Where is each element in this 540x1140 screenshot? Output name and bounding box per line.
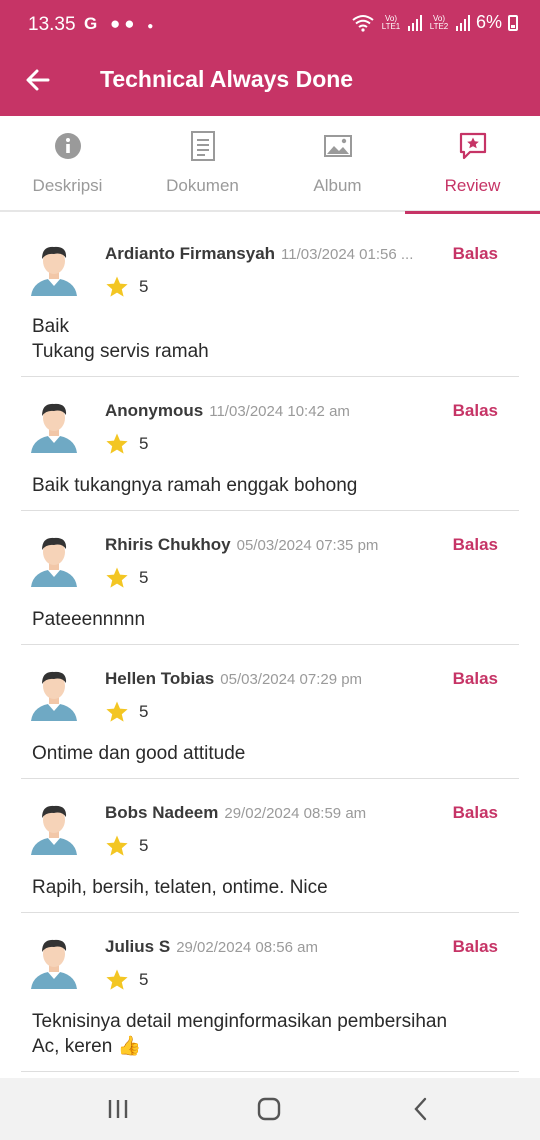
app-bar: Technical Always Done <box>0 48 540 116</box>
rating-value: 5 <box>139 836 149 855</box>
review-item: Anonymous 11/03/2024 10:42 am Balas 5 Ba… <box>21 377 519 511</box>
back-chevron-icon[interactable] <box>407 1096 435 1122</box>
star-icon <box>106 567 128 588</box>
tab-label: Dokumen <box>166 176 239 195</box>
status-right-icons: Vo) LTE1 Vo) LTE2 6% <box>352 12 518 33</box>
review-text: Baik Tukang servis ramah <box>32 316 209 362</box>
reply-button[interactable]: Balas <box>453 803 498 823</box>
review-date: 11/03/2024 10:42 am <box>209 403 350 420</box>
review-text: Rapih, bersih, telaten, ontime. Nice <box>32 877 328 898</box>
review-date: 29/02/2024 08:59 am <box>224 805 367 822</box>
avatar-icon <box>31 939 77 989</box>
recents-icon[interactable] <box>104 1096 132 1122</box>
review-item: Rhiris Chukhoy 05/03/2024 07:35 pm Balas… <box>21 511 519 645</box>
review-date: 11/03/2024 01:56 ... <box>281 246 414 263</box>
facebook-notification-icon-2: ● <box>124 14 139 33</box>
avatar-icon <box>31 403 77 453</box>
status-time: 13.35 <box>28 14 76 35</box>
review-text: Ontime dan good attitude <box>32 743 246 764</box>
reviewer-name: Ardianto Firmansyah <box>105 244 276 263</box>
rating-value: 5 <box>139 434 149 453</box>
google-notification-icon: G <box>84 14 102 33</box>
star-icon <box>106 969 128 990</box>
tab-deskripsi[interactable]: Deskripsi <box>0 116 135 212</box>
tab-review[interactable]: Review <box>405 116 540 214</box>
rating: 5 <box>105 699 519 725</box>
reply-button[interactable]: Balas <box>453 937 498 957</box>
review-item: Julius S 29/02/2024 08:56 am Balas 5 Tek… <box>21 913 519 1072</box>
home-icon[interactable] <box>255 1096 283 1122</box>
review-date: 29/02/2024 08:56 am <box>176 939 318 956</box>
avatar-icon <box>31 805 77 855</box>
signal-sim1-icon <box>407 14 422 31</box>
star-icon <box>106 835 128 856</box>
avatar-icon <box>31 537 77 587</box>
review-text: Baik tukangnya ramah enggak bohong <box>32 475 358 496</box>
reply-button[interactable]: Balas <box>453 401 498 421</box>
page-title: Technical Always Done <box>100 66 354 92</box>
review-text: Teknisinya detail menginformasikan pembe… <box>32 1011 448 1057</box>
back-arrow-icon[interactable] <box>22 64 54 96</box>
tab-label: Album <box>313 176 362 195</box>
star-icon <box>106 276 128 297</box>
rating-value: 5 <box>139 277 149 296</box>
reviewer-name: Anonymous <box>105 401 204 420</box>
review-star-icon <box>459 132 486 160</box>
reply-button[interactable]: Balas <box>453 535 498 555</box>
sim1-label: Vo) LTE1 <box>381 13 401 31</box>
star-icon <box>106 433 128 454</box>
tab-album[interactable]: Album <box>270 116 405 212</box>
review-item: Bobs Nadeem 29/02/2024 08:59 am Balas 5 … <box>21 779 519 913</box>
info-icon <box>54 133 81 159</box>
rating: 5 <box>105 274 519 300</box>
review-item: Ardianto Firmansyah 11/03/2024 01:56 ...… <box>21 214 519 377</box>
sim2-label: Vo) LTE2 <box>429 13 449 31</box>
notification-icons: G ●● ● <box>84 14 157 34</box>
reply-button[interactable]: Balas <box>453 244 498 264</box>
avatar-icon <box>31 671 77 721</box>
star-icon <box>106 701 128 722</box>
more-notifications-dot-icon: ● <box>147 21 158 32</box>
review-text: Pateeennnnn <box>32 609 146 630</box>
document-icon <box>190 131 215 161</box>
reviewer-name: Hellen Tobias <box>105 669 215 688</box>
status-bar: 13.35 G ●● ● Vo) LTE1 Vo) LTE2 6% <box>0 0 540 48</box>
review-date: 05/03/2024 07:29 pm <box>220 671 363 688</box>
reviewer-name: Bobs Nadeem <box>105 803 219 822</box>
reviewer-name: Julius S <box>105 937 171 956</box>
rating-value: 5 <box>139 702 149 721</box>
review-item: Hellen Tobias 05/03/2024 07:29 pm Balas … <box>21 645 519 779</box>
rating-value: 5 <box>139 970 149 989</box>
reviewer-name: Rhiris Chukhoy <box>105 535 231 554</box>
tab-label: Deskripsi <box>32 176 103 195</box>
rating: 5 <box>105 833 519 859</box>
battery-icon <box>508 14 518 31</box>
review-date: 05/03/2024 07:35 pm <box>236 537 379 554</box>
tab-label: Review <box>444 176 501 195</box>
rating-value: 5 <box>139 568 149 587</box>
rating: 5 <box>105 967 519 993</box>
rating: 5 <box>105 565 519 591</box>
signal-sim2-icon <box>455 14 470 31</box>
image-icon <box>323 135 352 157</box>
tab-dokumen[interactable]: Dokumen <box>135 116 270 212</box>
tab-bar: Deskripsi Dokumen Album Review <box>0 116 540 214</box>
avatar-icon <box>31 246 77 296</box>
battery-percent: 6% <box>475 12 502 32</box>
reply-button[interactable]: Balas <box>453 669 498 689</box>
wifi-icon <box>352 14 374 32</box>
rating: 5 <box>105 431 519 457</box>
review-list: Ardianto Firmansyah 11/03/2024 01:56 ...… <box>0 214 540 1072</box>
facebook-notification-icon: ● <box>109 14 125 33</box>
system-nav-bar <box>0 1078 540 1140</box>
